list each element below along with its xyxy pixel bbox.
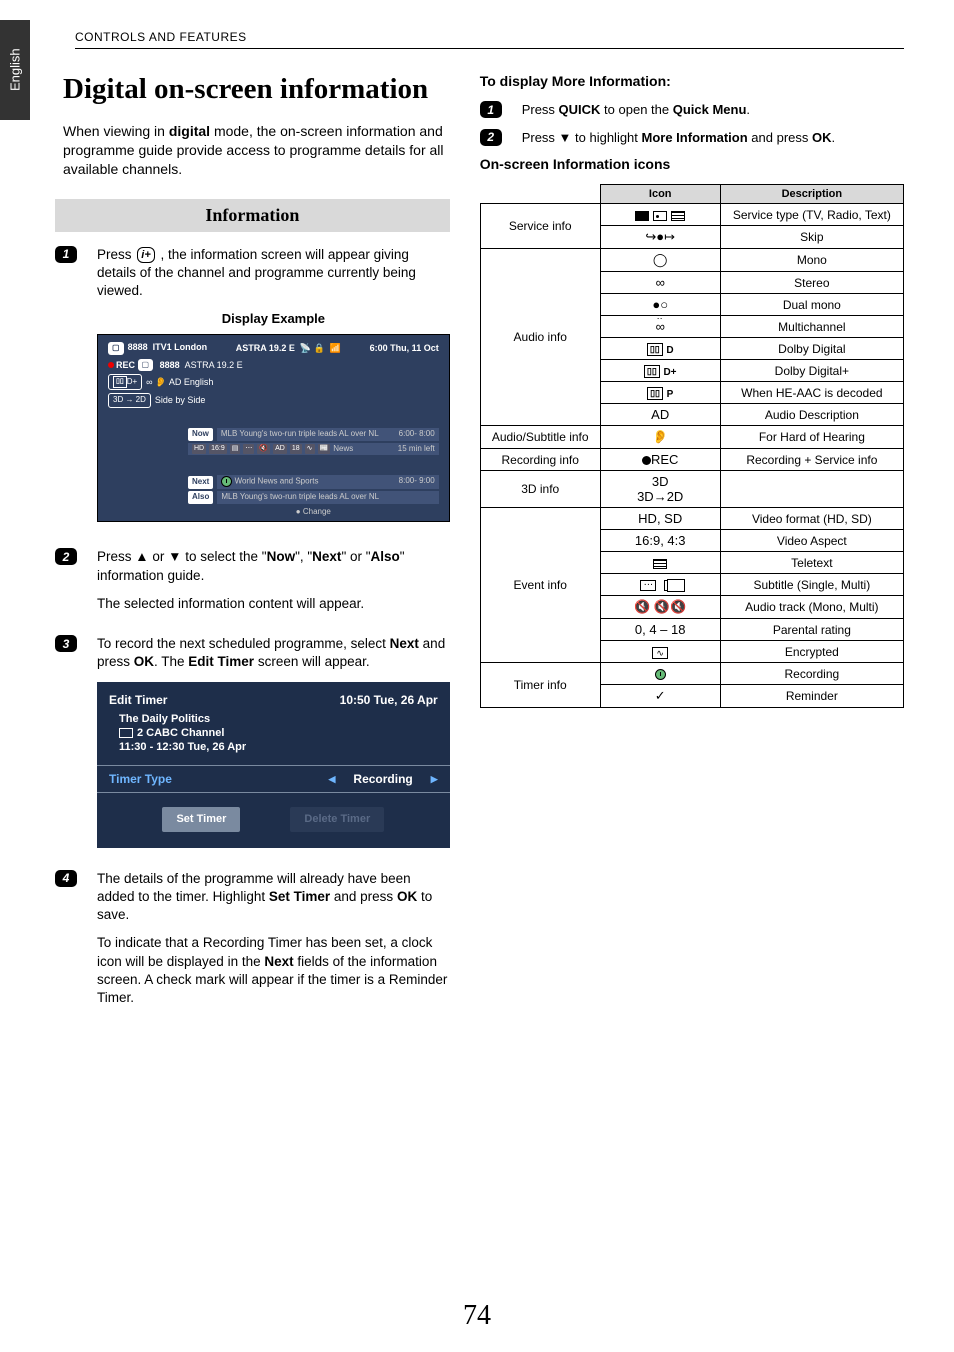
set-timer-button[interactable]: Set Timer — [162, 807, 240, 832]
desc-heaac: When HE-AAC is decoded — [720, 382, 903, 404]
dolby-digital-icon: ▯▯ D — [600, 338, 720, 360]
intro-text: When viewing in digital mode, the on-scr… — [63, 122, 450, 179]
edit-timer-time: 10:50 Tue, 26 Apr — [340, 692, 438, 708]
subhead-display-more: To display More Information: — [480, 73, 904, 89]
edit-timer-programme: The Daily Politics — [119, 712, 438, 726]
intro-pre: When viewing in — [63, 123, 169, 139]
page-title: Digital on-screen information — [63, 73, 450, 106]
cat-audio-info: Audio info — [480, 249, 600, 426]
desc-ad: Audio Description — [720, 404, 903, 426]
intro-bold: digital — [169, 123, 210, 139]
step-1-text: Press i+ , the information screen will a… — [97, 246, 450, 301]
hd-sd-icon: HD, SD — [600, 508, 720, 530]
display-example-panel: ▢8888 ITV1 London ASTRA 19.2 E 📡 🔒 📶 6:0… — [97, 334, 450, 523]
desc-mono: Mono — [720, 249, 903, 272]
step-2-note: The selected information content will ap… — [97, 595, 450, 613]
step-2-badge: 2 — [55, 548, 77, 565]
desc-rec: Recording + Service info — [720, 449, 903, 471]
cat-service-info: Service info — [480, 204, 600, 249]
th-icon: Icon — [600, 185, 720, 204]
timer-type-label: Timer Type — [109, 771, 172, 787]
info-icons-table: Icon Description Service info Service typ… — [480, 184, 904, 708]
subtitle-icon — [600, 574, 720, 596]
step-4-badge: 4 — [55, 870, 77, 887]
delete-timer-button[interactable]: Delete Timer — [290, 807, 384, 832]
step-2-text: Press ▲ or ▼ to select the "Now", "Next"… — [97, 548, 450, 584]
section-header: CONTROLS AND FEATURES — [75, 30, 904, 49]
skip-icon: ↪●↦ — [600, 226, 720, 249]
ad-icon: AD — [600, 404, 720, 426]
step-1-badge: 1 — [55, 246, 77, 263]
desc-aspect: Video Aspect — [720, 530, 903, 552]
radio-icon — [653, 211, 667, 221]
cat-recording-info: Recording info — [480, 449, 600, 471]
reminder-check-icon: ✓ — [600, 685, 720, 708]
desc-dd: Dolby Digital — [720, 338, 903, 360]
rstep-2-text: Press ▼ to highlight More Information an… — [522, 129, 904, 147]
cat-3d-info: 3D info — [480, 471, 600, 508]
cat-event-info: Event info — [480, 508, 600, 663]
desc-subt: Subtitle (Single, Multi) — [720, 574, 903, 596]
step-4-text: The details of the programme will alread… — [97, 870, 450, 925]
arrow-right-icon[interactable]: ▶ — [431, 773, 438, 785]
edit-timer-channel: 2 CABC Channel — [137, 726, 224, 740]
language-tab: English — [0, 20, 30, 120]
desc-skip: Skip — [720, 226, 903, 249]
desc-dual: Dual mono — [720, 294, 903, 316]
step-3-text: To record the next scheduled programme, … — [97, 635, 450, 671]
desc-enc: Encrypted — [720, 641, 903, 663]
mono-icon: ◯ — [600, 249, 720, 272]
desc-stereo: Stereo — [720, 272, 903, 294]
recording-clock-icon — [600, 663, 720, 685]
edit-timer-panel: Edit Timer 10:50 Tue, 26 Apr The Daily P… — [97, 682, 450, 848]
rstep-1-badge: 1 — [480, 101, 502, 118]
audio-track-icon: 🔇 🔇🔇 — [600, 596, 720, 619]
aspect-icon: 16:9, 4:3 — [600, 530, 720, 552]
step-4-note: To indicate that a Recording Timer has b… — [97, 934, 450, 1007]
parental-icon: 0, 4 – 18 — [600, 619, 720, 641]
cat-audio-subtitle: Audio/Subtitle info — [480, 426, 600, 449]
3d-icon: 3D3D→2D — [600, 471, 720, 508]
stereo-icon: ∞ — [600, 272, 720, 294]
desc-multi: Multichannel — [720, 316, 903, 338]
channel-icon — [119, 728, 133, 738]
multichannel-icon: ∞‥ — [600, 316, 720, 338]
desc-service-type: Service type (TV, Radio, Text) — [720, 204, 903, 226]
rstep-1-text: Press QUICK to open the Quick Menu. — [522, 101, 904, 119]
info-plus-icon: i+ — [137, 247, 154, 263]
desc-hoh: For Hard of Hearing — [720, 426, 903, 449]
teletext-icon — [600, 552, 720, 574]
tv-icon — [635, 211, 649, 221]
step-3-badge: 3 — [55, 635, 77, 652]
dolby-digital-plus-icon: ▯▯ D+ — [600, 360, 720, 382]
timer-type-value[interactable]: Recording — [353, 771, 412, 787]
rec-icon: REC — [600, 449, 720, 471]
rstep-2-badge: 2 — [480, 129, 502, 146]
desc-audio-track: Audio track (Mono, Multi) — [720, 596, 903, 619]
desc-reminder: Reminder — [720, 685, 903, 708]
desc-recording: Recording — [720, 663, 903, 685]
th-desc: Description — [720, 185, 903, 204]
section-heading-information: Information — [55, 199, 450, 232]
subhead-icons: On-screen Information icons — [480, 156, 904, 172]
desc-parental: Parental rating — [720, 619, 903, 641]
desc-ddp: Dolby Digital+ — [720, 360, 903, 382]
encrypted-icon: ∿ — [600, 641, 720, 663]
text-icon — [671, 211, 685, 221]
display-example-caption: Display Example — [97, 310, 450, 328]
edit-timer-schedule: 11:30 - 12:30 Tue, 26 Apr — [119, 740, 438, 754]
arrow-left-icon[interactable]: ◀ — [328, 773, 335, 785]
cat-timer-info: Timer info — [480, 663, 600, 708]
desc-vf: Video format (HD, SD) — [720, 508, 903, 530]
dolby-pulse-icon: ▯▯ P — [600, 382, 720, 404]
edit-timer-title: Edit Timer — [109, 692, 167, 708]
page-number: 74 — [0, 1300, 954, 1332]
desc-ttx: Teletext — [720, 552, 903, 574]
hard-of-hearing-icon: 👂 — [600, 426, 720, 449]
